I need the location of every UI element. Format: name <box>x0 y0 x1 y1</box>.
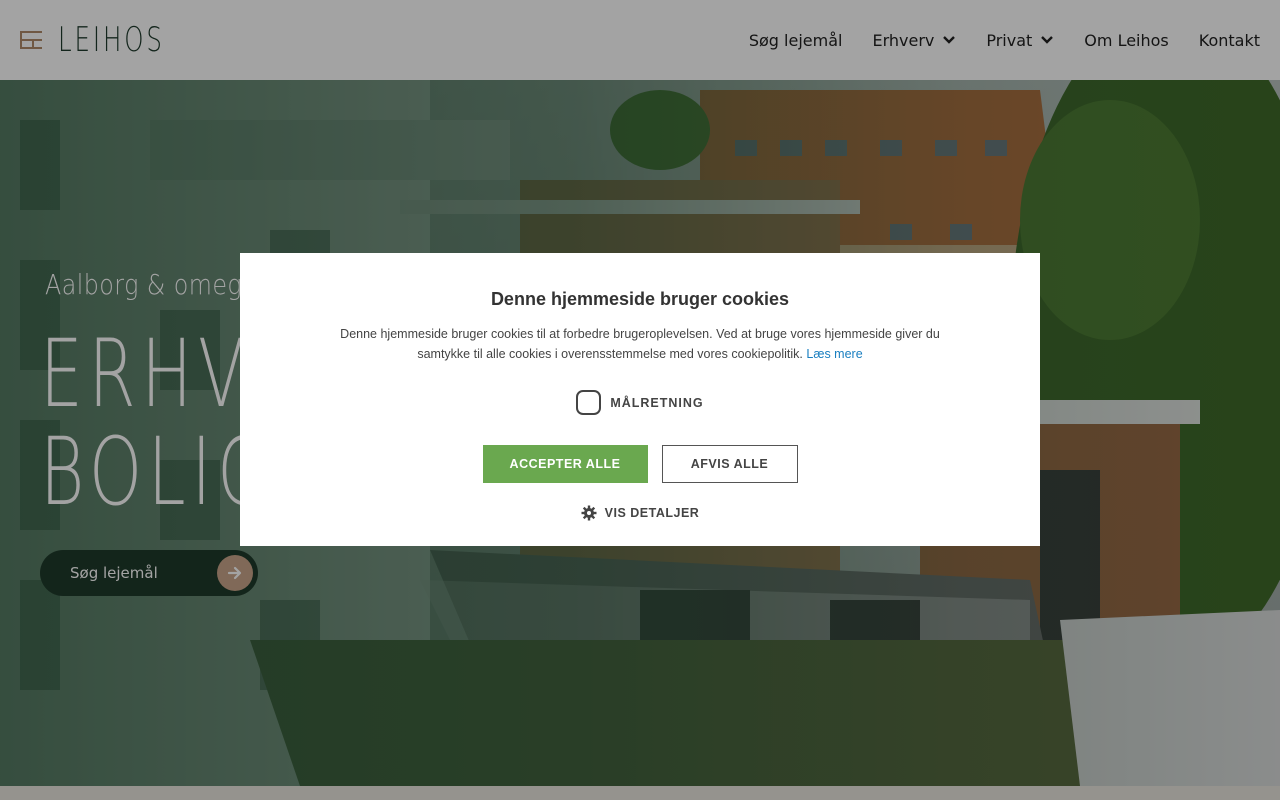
gear-icon <box>581 505 597 521</box>
targeting-option: MÅLRETNING <box>240 390 1040 415</box>
targeting-checkbox[interactable] <box>576 390 602 415</box>
cookie-dialog-text: Denne hjemmeside bruger cookies til at f… <box>340 324 940 364</box>
read-more-link[interactable]: Læs mere <box>806 347 862 361</box>
accept-all-button[interactable]: ACCEPTER ALLE <box>482 445 648 483</box>
decline-all-button[interactable]: AFVIS ALLE <box>661 445 798 483</box>
cookie-dialog-title: Denne hjemmeside bruger cookies <box>490 289 790 309</box>
cookie-consent-dialog: Denne hjemmeside bruger cookies Denne hj… <box>240 253 1040 546</box>
cookie-dialog-actions: ACCEPTER ALLE AFVIS ALLE <box>240 445 1040 483</box>
targeting-checkbox-label[interactable]: MÅLRETNING <box>610 396 703 410</box>
show-details-toggle[interactable]: VIS DETALJER <box>240 505 1040 521</box>
show-details-label: VIS DETALJER <box>604 506 700 520</box>
